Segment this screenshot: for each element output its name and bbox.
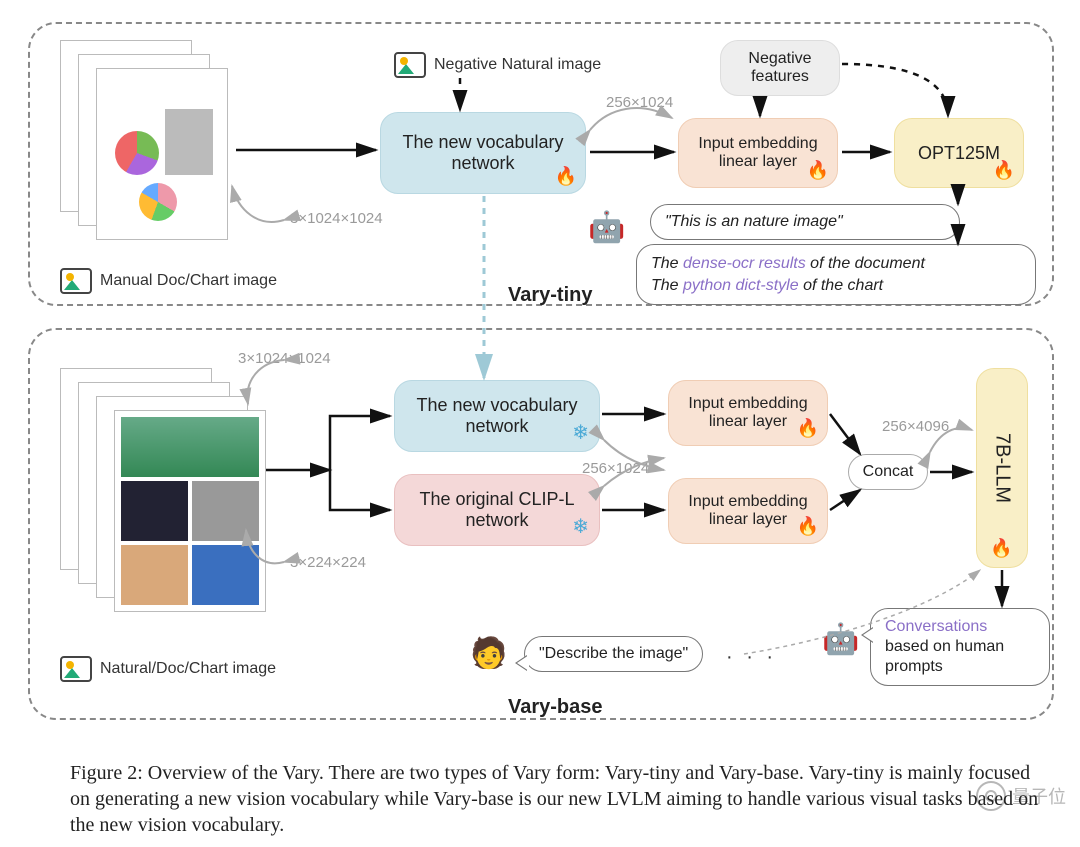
output-conversations: Conversations based on human prompts [870, 608, 1050, 686]
flame-icon: 🔥 [807, 160, 829, 181]
image-icon [60, 656, 92, 682]
dim-256x1024-base: 256×1024 [582, 460, 649, 477]
block-negative-features: Negative features [720, 40, 840, 96]
dim-256x1024-tiny: 256×1024 [606, 94, 673, 111]
ellipsis-dots: · · · [726, 646, 777, 669]
robot-icon: 🤖 [588, 210, 625, 245]
flame-icon: 🔥 [797, 418, 819, 439]
flame-icon: 🔥 [993, 160, 1015, 181]
dim-3x1024-base: 3×1024×1024 [238, 350, 331, 367]
block-concat: Concat [848, 454, 928, 490]
label-manual-input: Manual Doc/Chart image [60, 268, 277, 294]
block-opt125m: OPT125M 🔥 [894, 118, 1024, 188]
flame-icon: 🔥 [797, 516, 819, 537]
label-neg-natural-text: Negative Natural image [434, 56, 601, 74]
section-label-base: Vary-base [508, 696, 603, 719]
label-natural-text: Natural/Doc/Chart image [100, 660, 276, 678]
dim-256x4096: 256×4096 [882, 418, 949, 435]
block-new-vocab-base: The new vocabulary network ❄ [394, 380, 600, 452]
flame-icon: 🔥 [555, 166, 577, 187]
block-new-vocab-tiny: The new vocabulary network 🔥 [380, 112, 586, 194]
label-natural-input: Natural/Doc/Chart image [60, 656, 276, 682]
image-icon [394, 52, 426, 78]
output-dense-box: The dense-ocr results of the document Th… [636, 244, 1036, 305]
snowflake-icon: ❄ [572, 514, 589, 539]
block-embed-tiny: Input embedding linear layer 🔥 [678, 118, 838, 188]
label-negative-natural: Negative Natural image [394, 52, 601, 78]
block-embed-base-b: Input embedding linear layer 🔥 [668, 478, 828, 544]
dim-3x224: 3×224×224 [290, 554, 366, 571]
block-embed-base-a: Input embedding linear layer 🔥 [668, 380, 828, 446]
label-manual-text: Manual Doc/Chart image [100, 272, 277, 290]
person-icon: 🧑 [470, 636, 507, 671]
image-icon [60, 268, 92, 294]
output-dict-line: The python dict-style of the chart [651, 275, 1021, 297]
snowflake-icon: ❄ [572, 420, 589, 445]
block-clip: The original CLIP-L network ❄ [394, 474, 600, 546]
prompt-describe: "Describe the image" [524, 636, 703, 672]
output-nature-quote: "This is an nature image" [650, 204, 960, 240]
output-dense-line: The dense-ocr results of the document [651, 253, 1021, 275]
block-7b-llm: 7B-LLM 🔥 [976, 368, 1028, 568]
dim-3x1024-tiny: 3×1024×1024 [290, 210, 383, 227]
robot-icon: 🤖 [822, 622, 859, 657]
flame-icon: 🔥 [991, 537, 1013, 559]
figure-caption: Figure 2: Overview of the Vary. There ar… [70, 760, 1040, 838]
section-label-tiny: Vary-tiny [508, 284, 592, 307]
